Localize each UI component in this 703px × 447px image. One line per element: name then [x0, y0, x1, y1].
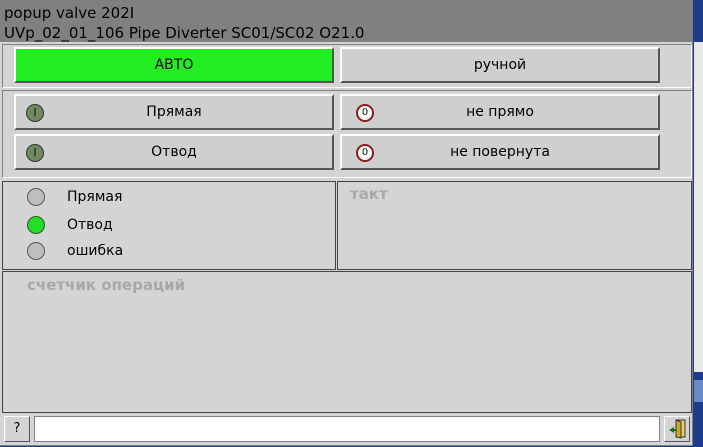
lamp-diverted-icon [27, 216, 45, 234]
diverted-button[interactable]: I Отвод [14, 134, 334, 170]
help-button[interactable]: ? [4, 416, 30, 442]
title-bar[interactable]: popup valve 202I UVp_02_01_106 Pipe Dive… [0, 0, 692, 42]
status-straight-label: Прямая [67, 189, 123, 205]
background-window-pane [694, 42, 703, 372]
straight-button[interactable]: I Прямая [14, 94, 334, 130]
lamp-error-icon [27, 242, 45, 260]
auto-mode-button[interactable]: АВТО [14, 47, 334, 83]
status-error-label: ошибка [67, 243, 124, 259]
diverted-label: Отвод [151, 144, 197, 160]
counter-panel: счетчик операций [2, 271, 692, 413]
not-straight-button[interactable]: 0 не прямо [340, 94, 660, 130]
lamp-straight-icon [27, 188, 45, 206]
mode-panel: АВТО ручной [2, 44, 692, 88]
takt-panel: такт [337, 181, 692, 270]
message-field [34, 416, 660, 442]
status-panel: Прямая Отвод ошибка [2, 181, 336, 270]
background-window-pane [694, 380, 703, 402]
manual-mode-label: ручной [473, 57, 527, 73]
not-straight-label: не прямо [466, 104, 534, 120]
exit-button[interactable] [664, 416, 690, 442]
popup-window: popup valve 202I UVp_02_01_106 Pipe Dive… [0, 0, 693, 446]
not-turned-label: не повернута [450, 144, 550, 160]
background-window-edge [694, 0, 703, 447]
straight-label: Прямая [146, 104, 202, 120]
exit-door-icon [669, 419, 686, 439]
manual-mode-button[interactable]: ручной [340, 47, 660, 83]
command-panel: I Прямая 0 не прямо I Отвод 0 не поверну… [2, 90, 692, 178]
status-diverted-label: Отвод [67, 217, 113, 233]
counter-label: счетчик операций [27, 276, 186, 294]
takt-label: такт [350, 185, 388, 203]
window-title: popup valve 202I [4, 4, 135, 22]
window-subtitle: UVp_02_01_106 Pipe Diverter SC01/SC02 O2… [4, 24, 365, 42]
auto-mode-label: АВТО [154, 57, 194, 73]
not-turned-button[interactable]: 0 не повернута [340, 134, 660, 170]
